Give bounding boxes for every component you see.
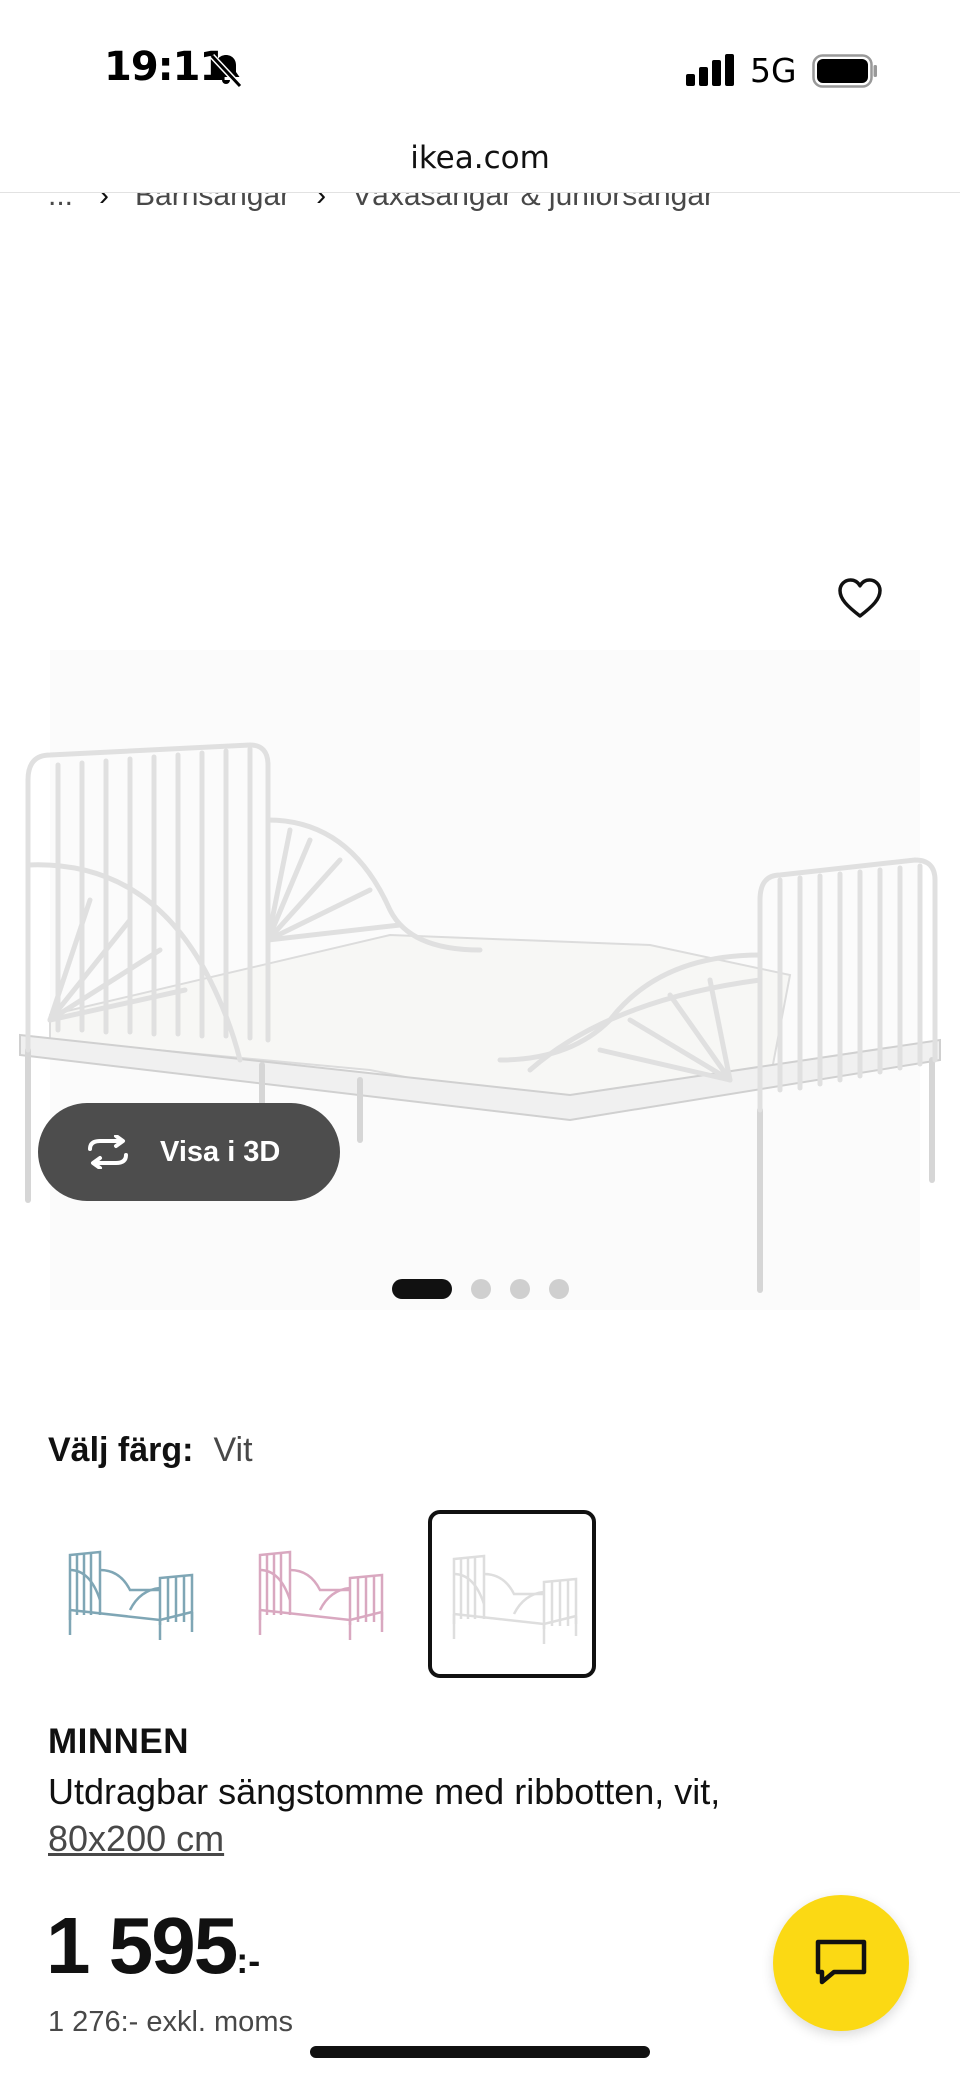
color-picker-heading: Välj färg: Vit — [48, 1431, 253, 1470]
view-in-3d-label: Visa i 3D — [160, 1135, 281, 1168]
chat-icon — [815, 1939, 867, 1985]
product-description: Utdragbar sängstomme med ribbotten, vit, — [48, 1771, 721, 1812]
carousel-indicator — [392, 1279, 569, 1299]
product-gallery[interactable] — [0, 220, 960, 1310]
url-bar[interactable]: ikea.com — [0, 130, 960, 193]
color-picker-value: Vit — [213, 1431, 253, 1469]
color-picker-label: Välj färg: — [48, 1431, 194, 1469]
carousel-dot-active[interactable] — [392, 1279, 452, 1299]
carousel-dot[interactable] — [510, 1279, 530, 1299]
battery-icon — [812, 54, 877, 88]
color-swatch-blue[interactable] — [48, 1510, 216, 1678]
bed-thumbnail-blue — [68, 1550, 194, 1640]
price-amount: 1 595 — [46, 1901, 238, 1990]
price-suffix: :- — [236, 1940, 261, 1981]
chat-button[interactable] — [773, 1895, 909, 2031]
carousel-dot[interactable] — [471, 1279, 491, 1299]
view-in-3d-button[interactable]: Visa i 3D — [38, 1103, 340, 1201]
bed-thumbnail-pink — [258, 1550, 384, 1640]
home-indicator[interactable] — [310, 2046, 650, 2058]
carousel-dot[interactable] — [549, 1279, 569, 1299]
bell-slash-icon — [209, 53, 243, 89]
heart-icon — [838, 578, 882, 618]
product-size-link[interactable]: 80x200 cm — [48, 1818, 224, 1860]
color-swatch-pink[interactable] — [238, 1510, 406, 1678]
price-excl-vat: 1 276:- exkl. moms — [48, 2006, 293, 2038]
url-text[interactable]: ikea.com — [0, 140, 960, 176]
product-name: MINNEN — [48, 1722, 190, 1761]
status-bar: 19:11 5G — [0, 0, 960, 130]
bed-thumbnail-white — [452, 1554, 578, 1644]
signal-icon — [686, 54, 734, 86]
favorite-button[interactable] — [830, 568, 890, 628]
rotate-icon — [88, 1135, 128, 1169]
color-swatch-white[interactable] — [428, 1510, 596, 1678]
product-price: 1 595 :- — [46, 1900, 260, 1992]
network-label: 5G — [750, 51, 797, 90]
